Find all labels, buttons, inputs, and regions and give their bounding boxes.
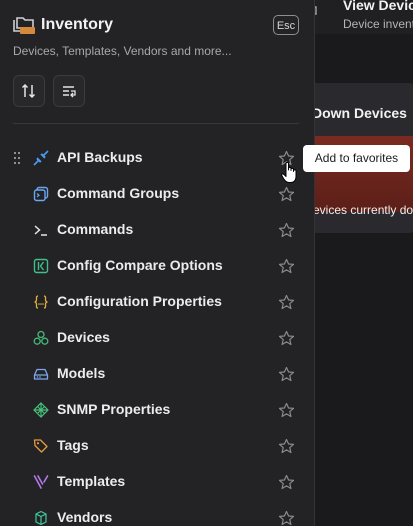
panel-title: Inventory <box>41 16 114 33</box>
drag-handle-icon[interactable] <box>13 151 21 165</box>
sort-icon <box>21 83 36 99</box>
star-icon[interactable] <box>278 402 295 419</box>
background-header: View Devic Device invent <box>300 0 413 34</box>
terminal-square-icon <box>33 186 49 202</box>
nav-item-vendors[interactable]: Vendors <box>0 500 315 526</box>
plug-icon <box>33 150 49 166</box>
star-icon[interactable] <box>278 222 295 239</box>
star-icon[interactable] <box>278 366 295 383</box>
star-icon[interactable] <box>278 438 295 455</box>
card-text: evices currently do <box>313 203 413 217</box>
nav-item-templates[interactable]: Templates <box>0 464 315 500</box>
nav-item-label: Config Compare Options <box>57 257 223 273</box>
nav-item-label: Command Groups <box>57 185 180 201</box>
folders-icon <box>13 17 35 34</box>
star-icon[interactable] <box>278 294 295 311</box>
filter-list-button[interactable] <box>53 75 85 107</box>
inventory-panel: Inventory Esc Devices, Templates, Vendor… <box>0 0 315 526</box>
nav-item-label: Models <box>57 365 106 381</box>
background-subtitle: Device invent <box>343 17 413 31</box>
background-title[interactable]: View Devic <box>343 0 413 13</box>
nav-item-api-backups[interactable]: API Backups <box>0 140 315 176</box>
nav-item-label: Devices <box>57 329 110 345</box>
nav-item-config-compare-options[interactable]: Config Compare Options <box>0 248 315 284</box>
hard-drive-icon <box>33 368 49 380</box>
background-page: View Devic Device invent Down Devices ev… <box>300 0 413 526</box>
divider <box>13 123 299 124</box>
list-filter-icon <box>63 86 76 98</box>
card-title: Down Devices <box>312 105 407 121</box>
star-icon[interactable] <box>278 186 295 203</box>
screen: View Devic Device invent Down Devices ev… <box>0 0 413 526</box>
network-icon <box>33 402 49 418</box>
hand-cursor-icon <box>281 161 297 183</box>
nav-item-snmp-properties[interactable]: SNMP Properties <box>0 392 315 428</box>
vendors-icon <box>35 510 47 526</box>
tags-icon <box>33 439 48 453</box>
favorites-tooltip: Add to favorites <box>303 145 410 172</box>
nav-item-command-groups[interactable]: Command Groups <box>0 176 315 212</box>
star-icon[interactable] <box>278 258 295 275</box>
braces-icon <box>34 295 48 309</box>
nav-item-tags[interactable]: Tags <box>0 428 315 464</box>
nav-item-commands[interactable]: Commands <box>0 212 315 248</box>
star-icon[interactable] <box>278 330 295 347</box>
nav-item-label: Templates <box>57 473 126 489</box>
nav-item-label: API Backups <box>57 149 143 165</box>
panel-subtitle: Devices, Templates, Vendors and more... <box>13 44 232 58</box>
devices-icon <box>33 330 49 345</box>
sort-button[interactable] <box>13 75 45 107</box>
nav-item-label: SNMP Properties <box>57 401 171 417</box>
star-icon[interactable] <box>278 510 295 526</box>
nav-item-label: Configuration Properties <box>57 293 222 309</box>
nav-item-label: Commands <box>57 221 134 237</box>
template-icon <box>33 475 49 489</box>
nav-item-models[interactable]: Models <box>0 356 315 392</box>
nav-item-devices[interactable]: Devices <box>0 320 315 356</box>
escape-button[interactable]: Esc <box>273 15 299 35</box>
terminal-prompt-icon <box>34 225 47 236</box>
nav-item-label: Tags <box>57 437 89 453</box>
star-icon[interactable] <box>278 474 295 491</box>
compare-icon <box>33 258 49 274</box>
nav-item-label: Vendors <box>57 509 113 525</box>
nav-item-configuration-properties[interactable]: Configuration Properties <box>0 284 315 320</box>
